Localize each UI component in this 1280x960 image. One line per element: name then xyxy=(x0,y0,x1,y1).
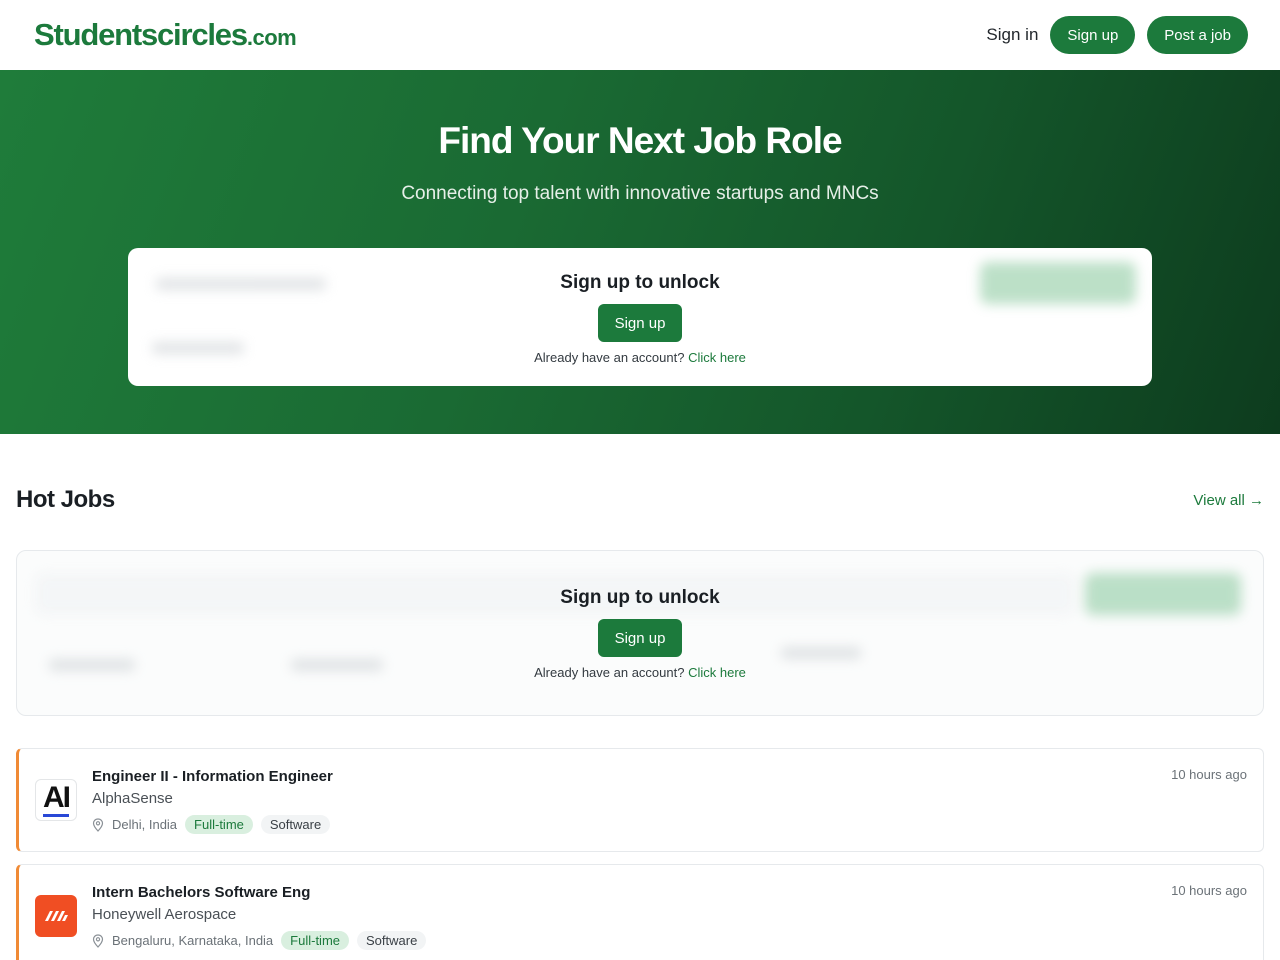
filter-lock-panel: Sign up to unlock Sign up Already have a… xyxy=(16,550,1264,716)
alphasense-logo-icon: AI xyxy=(35,779,77,821)
post-job-button[interactable]: Post a job xyxy=(1147,16,1248,54)
job-card[interactable]: Intern Bachelors Software Eng Honeywell … xyxy=(16,864,1264,960)
honeywell-logo-icon xyxy=(35,895,77,937)
sign-up-button[interactable]: Sign up xyxy=(1050,16,1136,54)
job-title[interactable]: Intern Bachelors Software Eng xyxy=(92,884,310,901)
logo-tld-text: .com xyxy=(246,25,297,50)
job-meta: Delhi, India Full-time Software xyxy=(92,815,331,834)
job-category-badge: Software xyxy=(260,815,331,834)
job-posted-time: 10 hours ago xyxy=(1171,767,1247,782)
site-header: Studentscircles .com Sign in Sign up Pos… xyxy=(0,0,1280,70)
job-location: Delhi, India xyxy=(112,817,178,832)
view-all-link[interactable]: View all → xyxy=(1193,492,1264,509)
unlock-sign-up-button[interactable]: Sign up xyxy=(598,304,682,342)
location-pin-icon xyxy=(92,817,104,832)
site-logo[interactable]: Studentscircles .com xyxy=(34,17,297,53)
job-category-badge: Software xyxy=(357,931,427,950)
job-title[interactable]: Engineer II - Information Engineer xyxy=(92,768,333,785)
hero-title: Find Your Next Job Role xyxy=(438,120,842,161)
unlock-sign-up-button-2[interactable]: Sign up xyxy=(598,619,682,657)
logo-main-text: Studentscircles xyxy=(34,17,248,52)
honeywell-mark-icon xyxy=(45,911,68,921)
lock-title-2: Sign up to unlock xyxy=(560,587,720,608)
login-link[interactable]: Click here xyxy=(688,350,746,365)
job-type-badge: Full-time xyxy=(185,815,253,834)
hot-jobs-title: Hot Jobs xyxy=(16,486,115,513)
sign-in-link[interactable]: Sign in xyxy=(986,25,1038,45)
job-type-badge: Full-time xyxy=(281,931,350,950)
location-pin-icon xyxy=(92,933,104,948)
search-lock-panel: Sign up to unlock Sign up Already have a… xyxy=(128,248,1152,386)
job-meta: Bengaluru, Karnataka, India Full-time So… xyxy=(92,931,427,950)
alphasense-logo-text: AI xyxy=(43,783,71,817)
lock-title: Sign up to unlock xyxy=(560,272,720,293)
account-prompt-text: Already have an account? xyxy=(534,350,685,365)
account-prompt-2: Already have an account? Click here xyxy=(534,665,746,680)
header-nav: Sign in Sign up Post a job xyxy=(986,16,1248,54)
hero-subtitle: Connecting top talent with innovative st… xyxy=(401,183,879,204)
account-prompt: Already have an account? Click here xyxy=(534,350,746,365)
job-location: Bengaluru, Karnataka, India xyxy=(112,933,274,948)
job-company: AlphaSense xyxy=(92,790,173,807)
hero-banner: Find Your Next Job Role Connecting top t… xyxy=(0,70,1280,434)
job-card[interactable]: AI Engineer II - Information Engineer Al… xyxy=(16,748,1264,852)
account-prompt-text-2: Already have an account? xyxy=(534,665,685,680)
login-link-2[interactable]: Click here xyxy=(688,665,746,680)
job-company: Honeywell Aerospace xyxy=(92,906,237,923)
lock-overlay: Sign up to unlock Sign up Already have a… xyxy=(128,272,1152,365)
job-posted-time: 10 hours ago xyxy=(1171,883,1247,898)
lock-overlay-2: Sign up to unlock Sign up Already have a… xyxy=(17,587,1263,680)
